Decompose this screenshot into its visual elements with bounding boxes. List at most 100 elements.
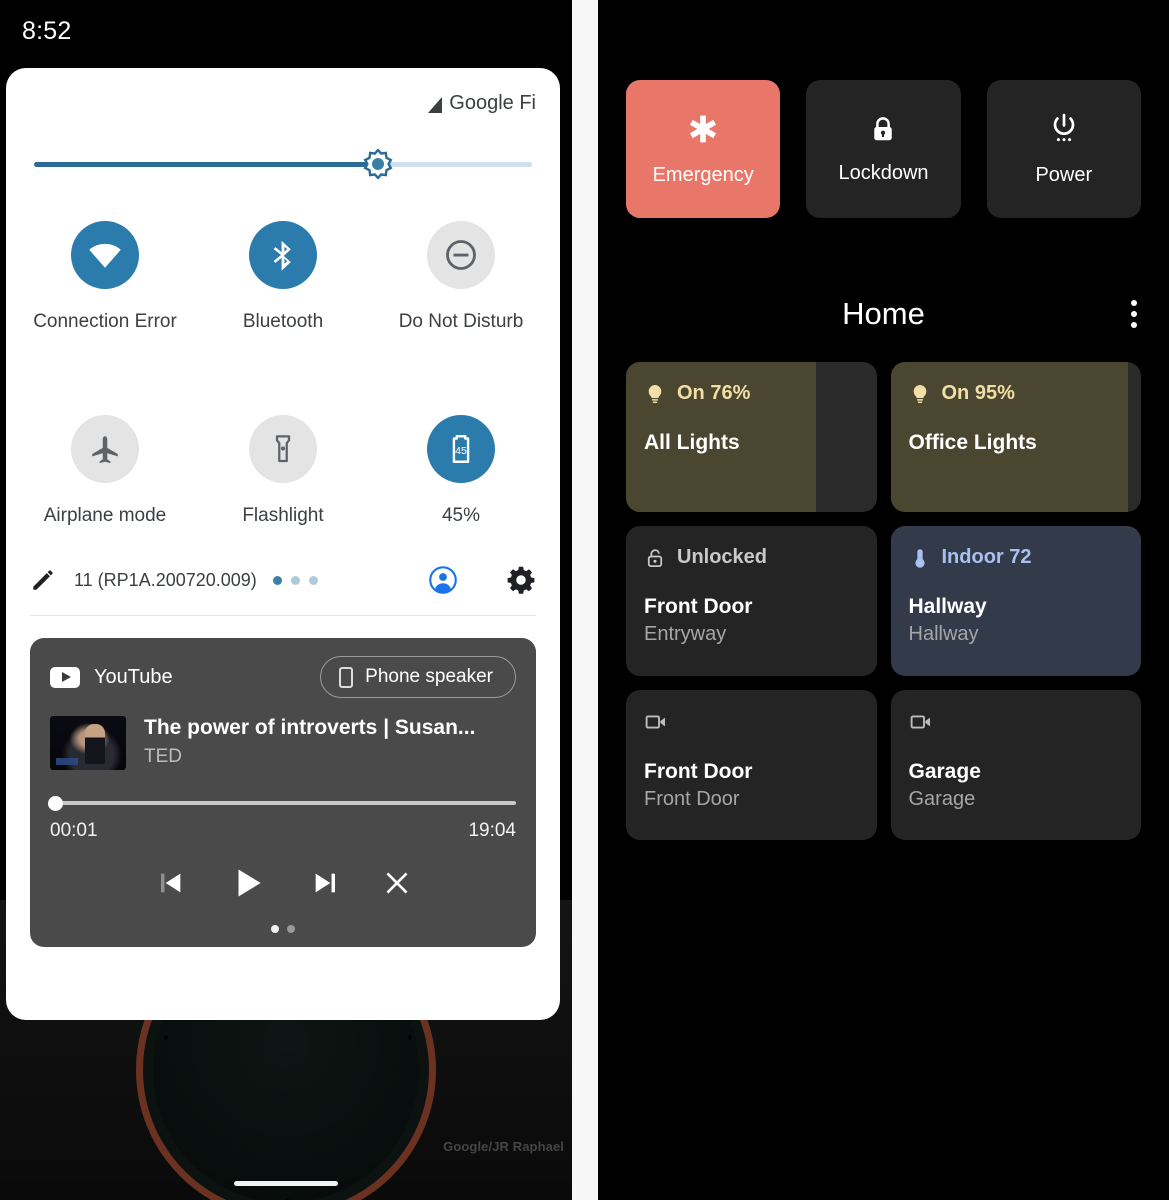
qs-tile-label: Airplane mode <box>43 505 167 526</box>
lockdown-button[interactable]: Lockdown <box>806 80 961 218</box>
pencil-edit-icon[interactable] <box>30 567 56 593</box>
brightness-sun-icon[interactable] <box>363 148 393 180</box>
close-x-icon[interactable] <box>383 869 411 902</box>
lockdown-label: Lockdown <box>838 161 929 184</box>
youtube-icon <box>50 666 80 688</box>
qs-tile-bluetooth[interactable]: Bluetooth <box>194 209 372 345</box>
media-player-card: YouTube Phone speaker The power of intro… <box>30 638 536 947</box>
skip-previous-icon[interactable] <box>155 867 187 904</box>
quick-settings-tiles: Connection Error Bluetooth Do Not Distur… <box>6 209 560 345</box>
qs-tile-dnd[interactable]: Do Not Disturb <box>372 209 550 345</box>
emergency-asterisk-icon <box>690 115 717 142</box>
emergency-label: Emergency <box>652 163 754 186</box>
output-device-label: Phone speaker <box>365 666 493 687</box>
screenshot-root: Google/JR Raphael 8:52 Google Fi Connect… <box>0 0 1169 1200</box>
tile-status-row: Indoor 72 <box>909 546 1124 569</box>
tile-content: Indoor 72 Hallway Hallway <box>909 546 1124 646</box>
watermark-credit: Google/JR Raphael <box>443 1139 564 1154</box>
emergency-button[interactable]: Emergency <box>626 80 781 218</box>
tile-subtitle: Entryway <box>644 623 727 645</box>
media-app-name: YouTube <box>94 665 173 688</box>
seek-thumb[interactable] <box>47 796 63 811</box>
qs-tile-label: Flashlight <box>242 505 324 526</box>
page-dot[interactable] <box>272 575 282 585</box>
control-tile-hallway-thermostat[interactable]: Indoor 72 Hallway Hallway <box>890 526 1141 676</box>
phone-speaker-icon <box>339 666 354 688</box>
media-text: The power of introverts | Susan... TED <box>144 716 475 768</box>
power-menu-row: Emergency Lockdown Power <box>598 0 1169 218</box>
gear-icon[interactable] <box>506 565 536 595</box>
tile-status-label: Indoor 72 <box>941 546 1032 568</box>
output-device-chip[interactable]: Phone speaker <box>320 656 516 698</box>
media-times: 00:01 19:04 <box>50 820 516 842</box>
tile-content: Front Door Front Door <box>644 710 859 811</box>
tile-status-row: On 76% <box>644 382 859 405</box>
qs-tile-icon-bg <box>249 221 317 289</box>
control-tile-front-door-camera[interactable]: Front Door Front Door <box>626 690 877 840</box>
page-dot[interactable] <box>271 925 279 933</box>
media-title: The power of introverts | Susan... <box>144 716 476 739</box>
control-tile-all-lights[interactable]: On 76% All Lights <box>626 362 877 512</box>
brightness-fill <box>34 162 378 167</box>
lightbulb-icon <box>913 384 926 403</box>
page-dot[interactable] <box>290 575 300 585</box>
tile-content: Unlocked Front Door Entryway <box>644 546 859 646</box>
right-phone-screen: Emergency Lockdown Power Home On 76% All… <box>598 0 1169 1200</box>
qs-tile-airplane[interactable]: Airplane mode <box>16 403 194 539</box>
tile-content: On 76% All Lights <box>644 382 859 455</box>
kebab-menu-icon[interactable] <box>1125 294 1143 334</box>
skip-next-icon[interactable] <box>309 867 341 904</box>
page-dot[interactable] <box>287 925 295 933</box>
qs-tile-flashlight[interactable]: Flashlight <box>194 403 372 539</box>
qs-tile-battery-saver[interactable]: 45 45% <box>372 403 550 539</box>
media-page-dots[interactable] <box>50 925 516 933</box>
page-title: Home <box>842 296 925 331</box>
seek-track <box>50 801 516 805</box>
bluetooth-icon <box>273 240 291 271</box>
qs-tile-icon-bg: 45 <box>427 415 495 483</box>
thumbnail-figure <box>84 723 105 764</box>
do-not-disturb-icon <box>446 240 476 270</box>
lock-closed-icon <box>874 116 893 140</box>
media-seek-bar[interactable] <box>47 796 516 811</box>
play-icon[interactable] <box>229 864 267 907</box>
control-tile-office-lights[interactable]: On 95% Office Lights <box>890 362 1141 512</box>
carrier-row: Google Fi <box>6 68 560 115</box>
control-tile-front-door-lock[interactable]: Unlocked Front Door Entryway <box>626 526 877 676</box>
carrier-label: Google Fi <box>449 92 536 114</box>
tile-name: Hallway <box>908 595 987 618</box>
brightness-slider[interactable] <box>34 148 532 180</box>
qs-page-dots[interactable] <box>272 575 318 585</box>
qs-tile-label: Bluetooth <box>242 311 324 332</box>
user-avatar-icon[interactable] <box>428 565 458 595</box>
lock-open-icon <box>647 548 663 567</box>
album-art-thumbnail <box>50 716 126 770</box>
tile-status-row <box>909 710 1124 734</box>
control-tile-garage-camera[interactable]: Garage Garage <box>890 690 1141 840</box>
home-controls-grid: On 76% All Lights On 95% Office Lights U… <box>598 346 1169 840</box>
tile-status-label: Unlocked <box>677 546 768 568</box>
status-bar: 8:52 <box>0 0 572 62</box>
tile-content: Garage Garage <box>909 710 1124 811</box>
signal-bars-icon <box>428 96 443 113</box>
tile-subtitle: Hallway <box>908 623 979 645</box>
footer-divider <box>30 615 536 616</box>
video-camera-icon <box>645 715 665 729</box>
qs-tile-wifi[interactable]: Connection Error <box>16 209 194 345</box>
qs-tile-label: Do Not Disturb <box>398 311 524 332</box>
kebab-dot <box>1131 300 1137 306</box>
quick-settings-tiles-row2: Airplane mode Flashlight 45 45% <box>6 403 560 539</box>
page-dot[interactable] <box>308 575 318 585</box>
tile-content: On 95% Office Lights <box>909 382 1124 455</box>
kebab-dot <box>1131 311 1137 317</box>
build-number-label: 11 (RP1A.200720.009) <box>74 569 257 590</box>
quick-settings-footer: 11 (RP1A.200720.009) <box>30 557 536 603</box>
tile-name: Front Door <box>644 595 753 618</box>
media-transport-controls <box>50 864 516 907</box>
home-gesture-indicator[interactable] <box>234 1181 338 1186</box>
power-button[interactable]: Power <box>986 80 1141 218</box>
flashlight-icon <box>275 435 291 463</box>
qs-tile-icon-bg <box>71 221 139 289</box>
media-header: YouTube Phone speaker <box>50 656 516 698</box>
thumbnail-logo <box>56 758 78 765</box>
